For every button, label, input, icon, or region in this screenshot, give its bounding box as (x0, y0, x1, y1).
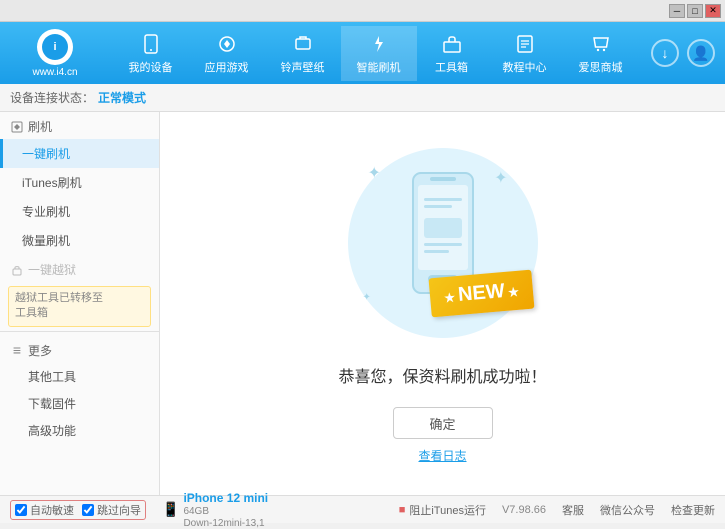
ringtone-icon (291, 32, 315, 56)
other-tools-label: 其他工具 (28, 370, 76, 384)
nav-tutorial[interactable]: 教程中心 (487, 26, 563, 81)
nav-tutorial-label: 教程中心 (503, 59, 547, 75)
sidebar-item-onekey-label: 一键刷机 (22, 147, 70, 161)
skip-wizard-label: 跳过向导 (97, 502, 141, 518)
nav-my-device[interactable]: 我的设备 (113, 26, 189, 81)
sidebar-divider (0, 331, 159, 332)
apps-icon (215, 32, 239, 56)
nav-shop-label: 爱思商城 (579, 59, 623, 75)
main-layout: 刷机 一键刷机 iTunes刷机 专业刷机 微量刷机 (0, 112, 725, 495)
app-window: ─ □ ✕ i www.i4.cn 我的设备 (0, 0, 725, 523)
sidebar-jailbreak-header: 一键越狱 (28, 261, 76, 278)
sidebar-item-pro-flash[interactable]: 专业刷机 (0, 197, 159, 226)
sparkle-2: ✦ (494, 168, 507, 188)
toolbox-icon (440, 32, 464, 56)
sidebar-section-flash: 刷机 (0, 112, 159, 139)
logo-icon: i (42, 34, 68, 60)
nav-flash[interactable]: 智能刷机 (341, 26, 417, 81)
nav-ringtone[interactable]: 铃声壁纸 (265, 26, 341, 81)
jailbreak-notice: 越狱工具已转移至工具箱 (8, 286, 151, 327)
sidebar-section-more: ≡ 更多 (0, 336, 159, 363)
minimize-btn[interactable]: ─ (669, 4, 685, 18)
sidebar-item-micro-label: 微量刷机 (22, 234, 70, 248)
sidebar: 刷机 一键刷机 iTunes刷机 专业刷机 微量刷机 (0, 112, 160, 495)
status-label: 设备连接状态： (10, 89, 94, 106)
sidebar-item-itunes-label: iTunes刷机 (22, 176, 82, 190)
nav-flash-label: 智能刷机 (357, 59, 401, 75)
device-storage: 64GB (183, 506, 268, 517)
download-firmware-label: 下载固件 (28, 397, 76, 411)
close-btn[interactable]: ✕ (705, 4, 721, 18)
sidebar-item-other-tools[interactable]: 其他工具 (0, 363, 159, 390)
stop-icon: ■ (399, 504, 406, 516)
advanced-label: 高级功能 (28, 424, 76, 438)
nav-my-device-label: 我的设备 (129, 59, 173, 75)
content-area: ✦ ✦ ✦ (160, 112, 725, 495)
nav-toolbox[interactable]: 工具箱 (417, 26, 487, 81)
sidebar-item-onekey-flash[interactable]: 一键刷机 (0, 139, 159, 168)
version-text: V7.98.66 (502, 504, 546, 516)
auto-flash-input[interactable] (15, 504, 27, 516)
sidebar-item-itunes-flash[interactable]: iTunes刷机 (0, 168, 159, 197)
success-illustration: ✦ ✦ ✦ (343, 143, 543, 343)
tutorial-icon (513, 32, 537, 56)
device-icon (139, 32, 163, 56)
itunes-status-label: 阻止iTunes运行 (409, 502, 486, 518)
jailbreak-notice-text: 越狱工具已转移至工具箱 (15, 292, 103, 319)
success-text: 恭喜您，保资料刷机成功啦！ (338, 363, 546, 387)
nav-items: 我的设备 应用游戏 铃声壁纸 (100, 26, 651, 81)
bottom-right: ■ 阻止iTunes运行 V7.98.66 客服 微信公众号 检查更新 (399, 502, 715, 518)
sidebar-item-download-firmware[interactable]: 下载固件 (0, 390, 159, 417)
check-update-link[interactable]: 检查更新 (671, 502, 715, 518)
sidebar-more-header: 更多 (28, 342, 52, 359)
bottom-bar: 自动敏速 跳过向导 📱 iPhone 12 mini 64GB Down-12m… (0, 495, 725, 523)
title-bar: ─ □ ✕ (0, 0, 725, 22)
wechat-link[interactable]: 微信公众号 (600, 502, 655, 518)
user-btn[interactable]: 👤 (687, 39, 715, 67)
download-btn[interactable]: ↓ (651, 39, 679, 67)
maximize-btn[interactable]: □ (687, 4, 703, 18)
flash-section-icon (10, 120, 24, 134)
confirm-btn-label: 确定 (429, 417, 455, 432)
lock-icon (10, 263, 24, 277)
new-badge: NEW (428, 270, 534, 318)
sparkle-3: ✦ (363, 292, 371, 303)
nav-toolbox-label: 工具箱 (435, 59, 468, 75)
itunes-status[interactable]: ■ 阻止iTunes运行 (399, 502, 486, 518)
sidebar-section-jailbreak: 一键越狱 (0, 255, 159, 282)
logo-circle: i (37, 29, 73, 65)
view-log-link[interactable]: 查看日志 (418, 447, 466, 464)
nav-right: ↓ 👤 (651, 39, 715, 67)
skip-wizard-checkbox[interactable]: 跳过向导 (82, 502, 141, 518)
sidebar-item-pro-label: 专业刷机 (22, 205, 70, 219)
top-nav: i www.i4.cn 我的设备 (0, 22, 725, 84)
shop-icon (589, 32, 613, 56)
confirm-button[interactable]: 确定 (393, 407, 493, 439)
logo-area: i www.i4.cn (10, 29, 100, 78)
skip-wizard-input[interactable] (82, 504, 94, 516)
logo-text: www.i4.cn (32, 67, 77, 78)
nav-apps[interactable]: 应用游戏 (189, 26, 265, 81)
more-section-icon: ≡ (10, 343, 24, 357)
device-phone-icon: 📱 (162, 501, 179, 518)
flash-icon (367, 32, 391, 56)
status-value: 正常模式 (98, 89, 146, 106)
device-model: Down-12mini-13,1 (183, 518, 268, 529)
window-controls: ─ □ ✕ (669, 4, 721, 18)
auto-flash-checkbox[interactable]: 自动敏速 (15, 502, 74, 518)
nav-ringtone-label: 铃声壁纸 (281, 59, 325, 75)
sparkle-1: ✦ (368, 163, 381, 183)
nav-shop[interactable]: 爱思商城 (563, 26, 639, 81)
sidebar-flash-header: 刷机 (28, 118, 52, 135)
sidebar-item-micro-flash[interactable]: 微量刷机 (0, 226, 159, 255)
customer-service-link[interactable]: 客服 (562, 502, 584, 518)
nav-apps-label: 应用游戏 (205, 59, 249, 75)
auto-flash-label: 自动敏速 (30, 502, 74, 518)
device-name: iPhone 12 mini (183, 491, 268, 505)
sidebar-item-advanced[interactable]: 高级功能 (0, 417, 159, 444)
status-bar: 设备连接状态： 正常模式 (0, 84, 725, 112)
